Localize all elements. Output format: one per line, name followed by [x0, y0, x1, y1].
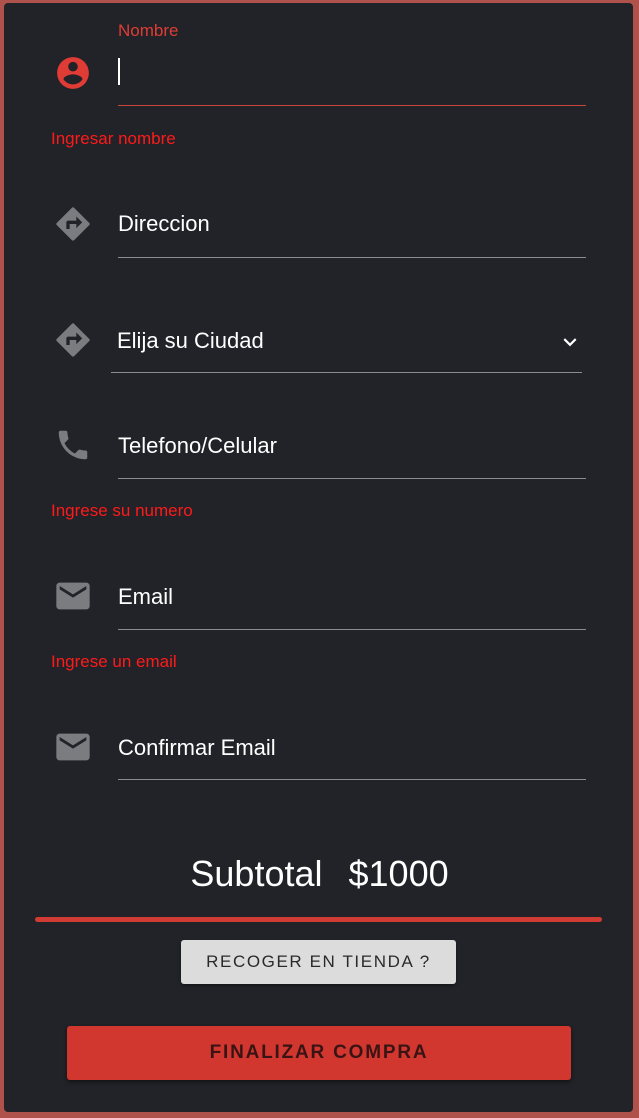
nombre-underline [118, 105, 586, 106]
pickup-in-store-button[interactable]: RECOGER EN TIENDA ? [181, 940, 456, 984]
nombre-label: Nombre [118, 21, 179, 40]
telefono-input[interactable]: Telefono/Celular [118, 433, 277, 459]
subtotal-value: $1000 [348, 853, 449, 894]
nombre-input[interactable] [118, 56, 586, 90]
account-circle-icon [54, 54, 92, 92]
ciudad-underline [111, 372, 582, 373]
telefono-underline [118, 478, 586, 479]
phone-icon [54, 426, 92, 464]
text-cursor [118, 58, 120, 85]
finish-purchase-button[interactable]: FINALIZAR COMPRA [67, 1026, 571, 1080]
ciudad-select-value: Elija su Ciudad [117, 328, 264, 353]
nombre-error: Ingresar nombre [51, 129, 176, 148]
confirmar-email-input[interactable]: Confirmar Email [118, 735, 276, 761]
chevron-down-icon [557, 329, 583, 355]
telefono-error: Ingrese su numero [51, 501, 193, 520]
email-input[interactable]: Email [118, 584, 173, 610]
subtotal: Subtotal $1000 [0, 853, 639, 895]
direccion-input[interactable]: Direccion [118, 211, 210, 237]
ciudad-select[interactable]: Elija su Ciudad [111, 320, 582, 372]
email-error: Ingrese un email [51, 652, 177, 671]
email-underline [118, 629, 586, 630]
directions-icon [53, 204, 93, 244]
subtotal-divider [35, 917, 602, 922]
confirmar-email-underline [118, 779, 586, 780]
email-icon [53, 576, 93, 616]
direccion-underline [118, 257, 586, 258]
email-icon [53, 727, 93, 767]
directions-icon [53, 320, 93, 360]
subtotal-label: Subtotal [190, 853, 323, 894]
